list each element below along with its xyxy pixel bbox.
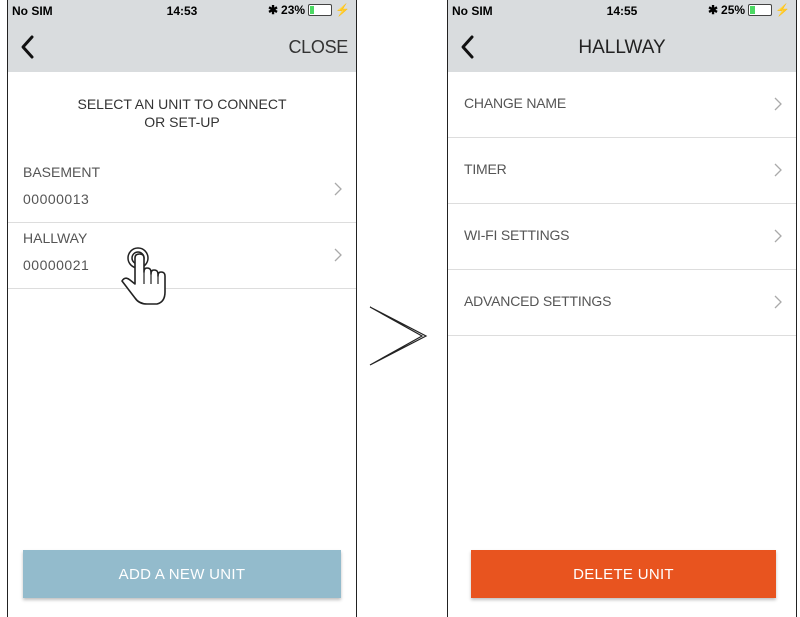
menu-item-wifi-settings[interactable]: WI-FI SETTINGS bbox=[448, 204, 796, 270]
page-instructions: SELECT AN UNIT TO CONNECT OR SET-UP bbox=[77, 96, 287, 130]
chevron-right-icon bbox=[774, 163, 782, 177]
unit-id: 00000013 bbox=[23, 191, 90, 207]
battery-icon bbox=[308, 4, 333, 16]
menu-item-label: TIMER bbox=[464, 161, 507, 177]
chevron-right-icon bbox=[334, 248, 342, 262]
battery-level bbox=[310, 6, 315, 14]
tap-hand-icon bbox=[121, 247, 166, 305]
menu-item-advanced-settings[interactable]: ADVANCED SETTINGS bbox=[448, 270, 796, 336]
nav-bar: CLOSE bbox=[8, 22, 356, 72]
status-bar: No SIM 14:55 ✱ 25% ⚡ bbox=[448, 0, 796, 22]
unit-row-hallway[interactable]: HALLWAY 00000021 bbox=[8, 222, 356, 289]
battery-percent: 25% bbox=[721, 3, 746, 17]
unit-name: HALLWAY bbox=[23, 230, 88, 246]
battery-level bbox=[750, 6, 755, 14]
menu-item-change-name[interactable]: CHANGE NAME bbox=[448, 72, 796, 138]
battery-icon bbox=[748, 4, 773, 16]
bluetooth-icon: ✱ bbox=[707, 3, 719, 17]
page-title: HALLWAY bbox=[578, 37, 666, 58]
delete-unit-button[interactable]: DELETE UNIT bbox=[471, 550, 776, 598]
status-bar: No SIM 14:53 ✱ 23% ⚡ bbox=[8, 0, 356, 22]
bluetooth-icon: ✱ bbox=[267, 3, 279, 17]
arrow-right-icon bbox=[369, 306, 428, 366]
chevron-right-icon bbox=[774, 229, 782, 243]
menu-item-timer[interactable]: TIMER bbox=[448, 138, 796, 204]
phone-screen-unit-list: No SIM 14:53 ✱ 23% ⚡ CLOSE SELECT AN UNI… bbox=[7, 0, 357, 617]
add-unit-button[interactable]: ADD A NEW UNIT bbox=[23, 550, 341, 598]
chevron-right-icon bbox=[774, 295, 782, 309]
chevron-right-icon bbox=[334, 182, 342, 196]
menu-item-label: WI-FI SETTINGS bbox=[464, 227, 570, 243]
unit-row-basement[interactable]: BASEMENT 00000013 bbox=[8, 156, 356, 223]
charging-icon: ⚡ bbox=[335, 3, 350, 17]
nav-bar: HALLWAY bbox=[448, 22, 796, 72]
menu-item-label: ADVANCED SETTINGS bbox=[464, 293, 612, 309]
battery-percent: 23% bbox=[281, 3, 306, 17]
chevron-right-icon bbox=[774, 97, 782, 111]
unit-id: 00000021 bbox=[23, 257, 90, 273]
phone-screen-unit-detail: No SIM 14:55 ✱ 25% ⚡ HALLWAY CHANGE NAME… bbox=[447, 0, 797, 617]
chevron-left-icon[interactable] bbox=[16, 32, 40, 62]
menu-item-label: CHANGE NAME bbox=[464, 95, 567, 111]
close-button[interactable]: CLOSE bbox=[288, 37, 348, 58]
unit-name: BASEMENT bbox=[23, 164, 101, 180]
charging-icon: ⚡ bbox=[775, 3, 790, 17]
